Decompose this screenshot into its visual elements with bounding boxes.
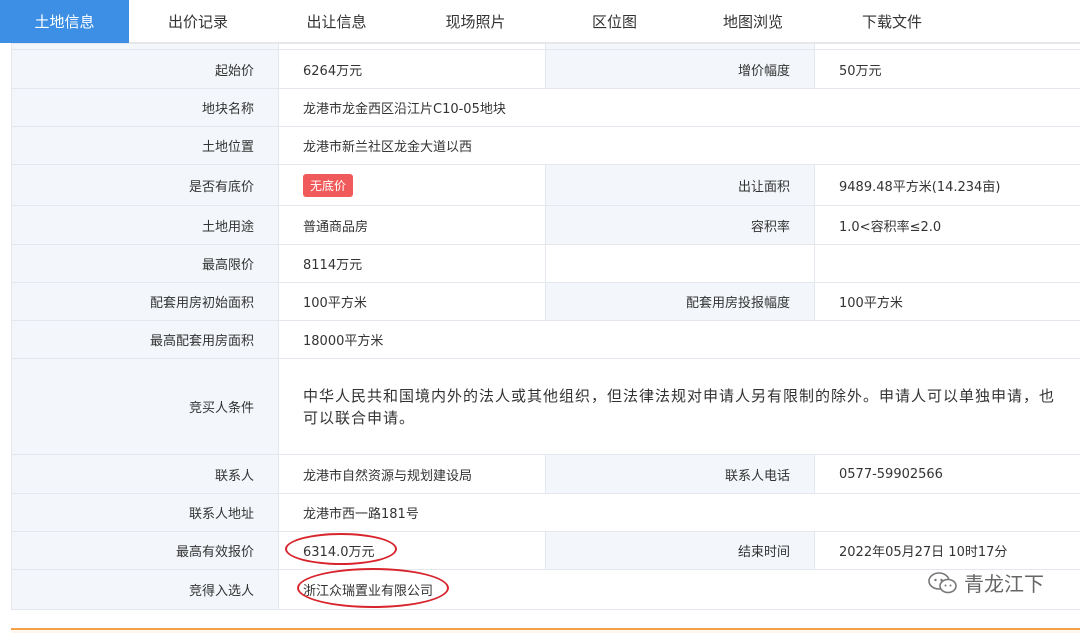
- start-price-value: 6264万元: [278, 49, 546, 89]
- wechat-watermark: 青龙江下: [928, 568, 1044, 597]
- bottom-divider: [11, 628, 1080, 633]
- highest-bid-value: 6314.0万元: [303, 545, 375, 560]
- table-row: 最高配套用房面积 18000平方米: [11, 320, 1080, 359]
- table-row: 联系人地址 龙港市西一路181号: [11, 493, 1080, 532]
- tab-site-photos[interactable]: 现场照片: [406, 0, 545, 43]
- table-row: 土地位置 龙港市新兰社区龙金大道以西: [11, 126, 1080, 165]
- location-label: 土地位置: [11, 126, 279, 165]
- table-row: 竞买人条件 中华人民共和国境内外的法人或其他组织，但法律法规对申请人另有限制的除…: [11, 358, 1080, 455]
- phone-label: 联系人电话: [545, 454, 815, 494]
- contact-value: 龙港市自然资源与规划建设局: [278, 454, 546, 494]
- housing-max-value: 18000平方米: [278, 320, 1080, 359]
- housing-step-value: 100平方米: [814, 282, 1080, 321]
- bidder-cond-label: 竞买人条件: [11, 358, 279, 455]
- table-row: 最高有效报价 6314.0万元 结束时间 2022年05月27日 10时17分: [11, 531, 1080, 570]
- contact-label: 联系人: [11, 454, 279, 494]
- tab-bid-records[interactable]: 出价记录: [129, 0, 267, 43]
- housing-init-value: 100平方米: [278, 282, 546, 321]
- housing-step-label: 配套用房投报幅度: [545, 282, 815, 321]
- max-price-value: 8114万元: [278, 244, 546, 283]
- highest-bid-highlight: 6314.0万元: [285, 533, 397, 565]
- winner-highlight: 浙江众瑞置业有限公司: [297, 568, 449, 608]
- table-row: 配套用房初始面积 100平方米 配套用房投报幅度 100平方米: [11, 282, 1080, 321]
- far-label: 容积率: [545, 205, 815, 245]
- area-value: 9489.48平方米(14.234亩): [814, 164, 1080, 206]
- address-label: 联系人地址: [11, 493, 279, 532]
- parcel-name-value: 龙港市龙金西区沿江片C10-05地块: [278, 88, 1080, 127]
- tab-map-browse[interactable]: 地图浏览: [684, 0, 822, 43]
- table-row: 联系人 龙港市自然资源与规划建设局 联系人电话 0577-59902566: [11, 454, 1080, 494]
- housing-max-label: 最高配套用房面积: [11, 320, 279, 359]
- highest-bid-label: 最高有效报价: [11, 531, 279, 570]
- tab-land-info[interactable]: 土地信息: [0, 0, 129, 43]
- tab-download-files[interactable]: 下载文件: [822, 0, 962, 43]
- table-row: 土地用途 普通商品房 容积率 1.0<容积率≤2.0: [11, 205, 1080, 245]
- table-row: 是否有底价 无底价 出让面积 9489.48平方米(14.234亩): [11, 164, 1080, 206]
- housing-init-label: 配套用房初始面积: [11, 282, 279, 321]
- address-value: 龙港市西一路181号: [278, 493, 1080, 532]
- watermark-text: 青龙江下: [964, 572, 1044, 596]
- end-time-label: 结束时间: [545, 531, 815, 570]
- tab-transfer-info[interactable]: 出让信息: [267, 0, 406, 43]
- table-row: 起始价 6264万元 增价幅度 50万元: [11, 49, 1080, 89]
- table-row: 最高限价 8114万元: [11, 244, 1080, 283]
- phone-value: 0577-59902566: [814, 454, 1080, 494]
- no-reserve-badge: 无底价: [303, 173, 354, 197]
- bidder-cond-value: 中华人民共和国境内外的法人或其他组织，但法律法规对申请人另有限制的除外。申请人可…: [278, 358, 1080, 455]
- area-label: 出让面积: [545, 164, 815, 206]
- max-price-label: 最高限价: [11, 244, 279, 283]
- winner-value: 浙江众瑞置业有限公司: [303, 584, 434, 599]
- usage-label: 土地用途: [11, 205, 279, 245]
- usage-value: 普通商品房: [278, 205, 546, 245]
- increment-value: 50万元: [814, 49, 1080, 89]
- start-price-label: 起始价: [11, 49, 279, 89]
- table-row: 地块名称 龙港市龙金西区沿江片C10-05地块: [11, 88, 1080, 127]
- wechat-icon: [928, 571, 957, 593]
- land-info-table: 起始价 6264万元 增价幅度 50万元 地块名称 龙港市龙金西区沿江片C10-…: [11, 43, 1080, 610]
- reserve-label: 是否有底价: [11, 164, 279, 206]
- table-row: 竞得入选人 浙江众瑞置业有限公司: [11, 568, 1080, 610]
- tab-location-map[interactable]: 区位图: [545, 0, 684, 43]
- winner-label: 竞得入选人: [11, 569, 279, 610]
- increment-label: 增价幅度: [545, 49, 815, 89]
- far-value: 1.0<容积率≤2.0: [814, 205, 1080, 245]
- parcel-name-label: 地块名称: [11, 88, 279, 127]
- end-time-value: 2022年05月27日 10时17分: [814, 531, 1080, 570]
- tab-bar: 土地信息 出价记录 出让信息 现场照片 区位图 地图浏览 下载文件: [0, 0, 1080, 43]
- location-value: 龙港市新兰社区龙金大道以西: [278, 126, 1080, 165]
